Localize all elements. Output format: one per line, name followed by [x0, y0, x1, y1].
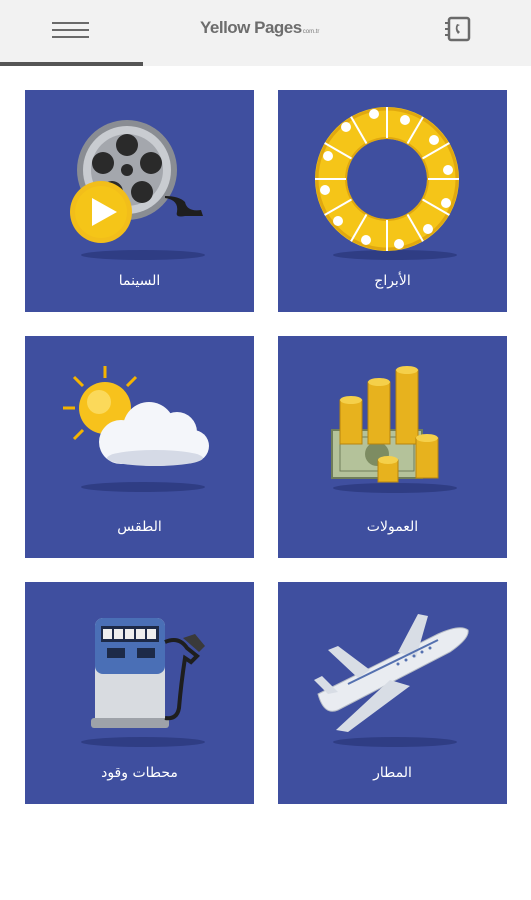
app-logo: Yellow Pagescom.tr	[200, 18, 319, 38]
logo-text: Yellow Pages	[200, 18, 302, 37]
tile-airport[interactable]: المطار	[278, 582, 507, 804]
tile-label: السينما	[118, 273, 161, 289]
tile-weather[interactable]: الطقس	[25, 336, 254, 558]
hamburger-menu-icon[interactable]	[52, 20, 92, 42]
phone-book-icon[interactable]	[444, 16, 474, 42]
top-app-bar: Yellow Pagescom.tr	[0, 0, 531, 66]
tile-label: الطقس	[117, 519, 162, 535]
tile-cinema[interactable]: السينما	[25, 90, 254, 312]
tile-horoscopes[interactable]: الأبراج	[278, 90, 507, 312]
tile-fuel[interactable]: محطات وقود	[25, 582, 254, 804]
tab-indicator	[0, 62, 143, 66]
tile-label: الأبراج	[374, 273, 411, 289]
logo-suffix: com.tr	[302, 29, 320, 35]
tile-label: محطات وقود	[101, 765, 178, 781]
tile-label: العمولات	[366, 519, 419, 535]
tile-currencies[interactable]: العمولات	[278, 336, 507, 558]
tile-label: المطار	[373, 765, 412, 781]
